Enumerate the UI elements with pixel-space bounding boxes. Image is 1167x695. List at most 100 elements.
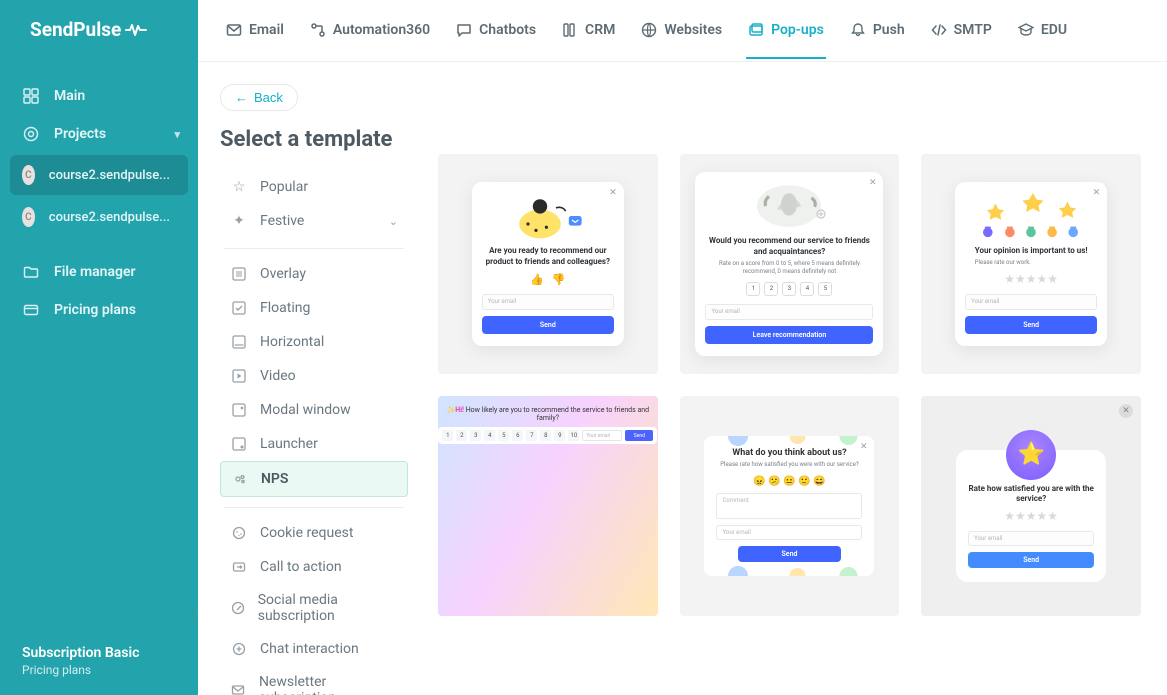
mail-icon	[226, 22, 242, 38]
brand-logo[interactable]: SendPulse	[0, 0, 198, 59]
popup-headline: Your opinion is important to us!	[975, 246, 1088, 256]
popup-preview: ✕ Would you recommend our service to fri…	[695, 172, 883, 355]
close-icon: ✕	[1093, 188, 1101, 198]
sidebar: SendPulse Main Projects ▾ C course2.send…	[0, 0, 198, 695]
email-field: Your email	[582, 430, 622, 441]
popup-preview: ⭐ Rate how satisfied you are with the se…	[956, 450, 1106, 583]
topnav-popups[interactable]: Pop-ups	[746, 2, 826, 59]
thumbs-up-icon: 👍	[530, 273, 544, 286]
sidebar-footer[interactable]: Subscription Basic Pricing plans	[0, 629, 198, 695]
category-launcher[interactable]: Launcher	[220, 427, 408, 461]
topnav-edu[interactable]: EDU	[1016, 2, 1069, 59]
sidebar-item-file-manager[interactable]: File manager	[0, 253, 198, 291]
target-icon	[22, 125, 40, 143]
template-card-4[interactable]: ✨Hi! How likely are you to recommend the…	[438, 396, 658, 616]
folder-icon	[22, 263, 40, 281]
category-festive[interactable]: ✦Festive⌄	[220, 204, 408, 238]
category-nps[interactable]: NPS	[220, 461, 408, 497]
send-button: Send	[482, 316, 614, 334]
nps-icon	[231, 470, 249, 488]
score-row: 1 2 3 4 5	[746, 282, 832, 296]
popup-preview: ✕ Your opinion is important to us! Pleas…	[955, 182, 1107, 345]
topnav-smtp[interactable]: SMTP	[929, 2, 994, 59]
send-button: Send	[738, 546, 840, 562]
email-field: Your email	[965, 294, 1097, 310]
popup-headline: Rate how satisfied you are with the serv…	[968, 484, 1094, 505]
globe-icon	[641, 22, 657, 38]
comment-field: Comment	[716, 493, 862, 519]
template-card-1[interactable]: ✕ Are you ready to recommend our product…	[438, 154, 658, 374]
subscription-title: Subscription Basic	[22, 645, 176, 661]
sidebar-item-pricing[interactable]: Pricing plans	[0, 291, 198, 329]
star-row: ★★★★★	[968, 509, 1094, 523]
email-field: Your email	[968, 531, 1094, 546]
template-card-3[interactable]: ✕ Your opinion is important to us! Pleas…	[921, 154, 1141, 374]
thumbs-down-icon: 👎	[552, 273, 566, 286]
template-card-2[interactable]: ✕ Would you recommend our service to fri…	[680, 154, 900, 374]
sidebar-nav: Main Projects ▾ C course2.sendpulse... C…	[0, 59, 198, 629]
popup-headline: What do you think about us?	[716, 448, 862, 458]
top-nav: Email Automation360 Chatbots CRM Website…	[198, 0, 1167, 62]
sidebar-item-projects[interactable]: Projects ▾	[0, 115, 198, 153]
category-column: ← Back Select a template ☆Popular ✦Festi…	[198, 62, 418, 695]
category-overlay[interactable]: Overlay	[220, 257, 408, 291]
category-social[interactable]: Social media subscription	[220, 584, 408, 632]
subscription-link: Pricing plans	[22, 663, 176, 677]
topnav-chatbots[interactable]: Chatbots	[454, 2, 538, 59]
category-cta[interactable]: Call to action	[220, 550, 408, 584]
topnav-automation[interactable]: Automation360	[308, 2, 432, 59]
topnav-crm[interactable]: CRM	[560, 2, 617, 59]
sidebar-item-label: Main	[54, 88, 85, 104]
page-title: Select a template	[220, 127, 408, 152]
email-field: Your email	[705, 304, 873, 320]
sidebar-project-2[interactable]: C course2.sendpulse...	[10, 197, 188, 237]
video-icon	[230, 367, 248, 385]
back-button[interactable]: ← Back	[220, 84, 298, 111]
star-icon: ☆	[230, 178, 248, 196]
popup-icon	[748, 22, 764, 38]
popup-headline: Would you recommend our service to frien…	[705, 236, 873, 257]
category-horizontal[interactable]: Horizontal	[220, 325, 408, 359]
edu-icon	[1018, 22, 1034, 38]
popup-preview: ✕ Are you ready to recommend our product…	[472, 182, 624, 346]
sidebar-collapse[interactable]: ‹	[185, 592, 199, 632]
sidebar-item-main[interactable]: Main	[0, 77, 198, 115]
bell-icon	[850, 22, 866, 38]
topnav-websites[interactable]: Websites	[639, 2, 724, 59]
template-grid-wrap: ✕ Are you ready to recommend our product…	[418, 62, 1167, 695]
category-newsletter[interactable]: Newsletter subscription	[220, 666, 408, 695]
category-cookie[interactable]: Cookie request	[220, 516, 408, 550]
popup-sub: Rate on a score from 0 to 5, where 5 mea…	[705, 260, 873, 276]
template-card-5[interactable]: ✕ What do you think about us? Please rat…	[680, 396, 900, 616]
star-emoji-icon: ⭐	[1006, 430, 1056, 480]
horizontal-icon	[230, 333, 248, 351]
category-video[interactable]: Video	[220, 359, 408, 393]
avatar: C	[22, 165, 35, 185]
grid-icon	[22, 87, 40, 105]
star-row: ★★★★★	[1004, 272, 1058, 286]
email-field: Your email	[482, 294, 614, 310]
close-icon: ✕	[860, 442, 868, 452]
chatplus-icon	[230, 640, 248, 658]
sidebar-item-label: File manager	[54, 264, 136, 280]
floating-icon	[230, 299, 248, 317]
send-button: Send	[625, 430, 653, 441]
sparkle-icon: ✦	[230, 212, 248, 230]
social-icon	[230, 599, 246, 617]
close-icon: ✕	[1119, 404, 1133, 418]
cookie-icon	[230, 524, 248, 542]
topnav-email[interactable]: Email	[224, 2, 286, 59]
close-icon: ✕	[869, 178, 877, 188]
topnav-push[interactable]: Push	[848, 2, 907, 59]
category-chat[interactable]: Chat interaction	[220, 632, 408, 666]
automation-icon	[310, 22, 326, 38]
category-popular[interactable]: ☆Popular	[220, 170, 408, 204]
category-floating[interactable]: Floating	[220, 291, 408, 325]
sidebar-item-label: Projects	[54, 126, 106, 142]
sidebar-item-label: course2.sendpulse...	[49, 210, 170, 225]
sidebar-project-1[interactable]: C course2.sendpulse...	[10, 155, 188, 195]
template-card-6[interactable]: ✕ ⭐ Rate how satisfied you are with the …	[921, 396, 1141, 616]
code-icon	[931, 22, 947, 38]
modal-icon	[230, 401, 248, 419]
category-modal[interactable]: Modal window	[220, 393, 408, 427]
